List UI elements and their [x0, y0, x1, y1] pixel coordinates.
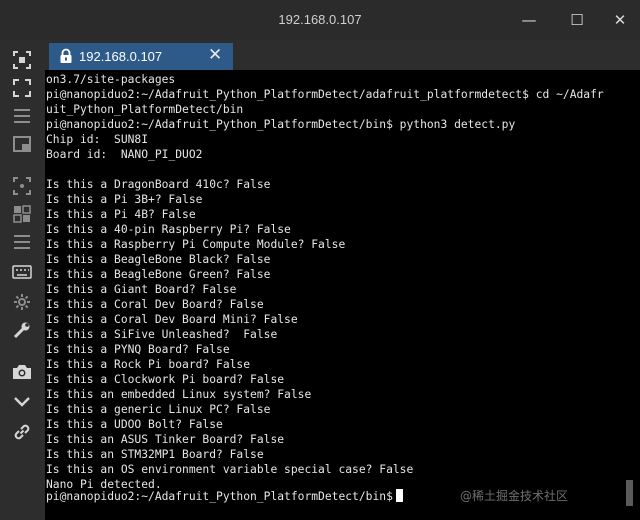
- terminal-line: Is this a BeagleBone Black? False: [46, 253, 271, 266]
- terminal-line: uit_Python_PlatformDetect/bin: [46, 103, 244, 116]
- minimize-button[interactable]: —: [509, 6, 549, 34]
- terminal-line: pi@nanopiduo2:~/Adafruit_Python_Platform…: [46, 118, 516, 131]
- terminal-line: Is this an ASUS Tinker Board? False: [46, 433, 285, 446]
- camera-icon[interactable]: [12, 362, 32, 382]
- screenshot-icon[interactable]: [12, 50, 32, 70]
- terminal-line: Is this an OS environment variable speci…: [46, 463, 414, 476]
- tab-bar: 192.168.0.107 ✕: [45, 40, 640, 70]
- select-icon[interactable]: [12, 176, 32, 196]
- terminal-lines: on3.7/site-packages pi@nanopiduo2:~/Adaf…: [46, 72, 604, 492]
- title-bar: 192.168.0.107 — ☐ ✕: [0, 0, 640, 40]
- menu-icon[interactable]: [12, 106, 32, 126]
- terminal-line: Is this a Coral Dev Board Mini? False: [46, 313, 298, 326]
- terminal-line: Is this a Giant Board? False: [46, 283, 237, 296]
- terminal-line: Is this a Clockwork Pi board? False: [46, 373, 285, 386]
- terminal-line: Is this a 40-pin Raspberry Pi? False: [46, 223, 291, 236]
- lock-icon: [60, 48, 72, 63]
- terminal-line: Is this a DragonBoard 410c? False: [46, 178, 271, 191]
- terminal-output[interactable]: on3.7/site-packages pi@nanopiduo2:~/Adaf…: [45, 70, 640, 520]
- terminal-line: Is this a Coral Dev Board? False: [46, 298, 264, 311]
- terminal-line: Is this a PYNQ Board? False: [46, 343, 230, 356]
- tab-label: 192.168.0.107: [79, 49, 163, 64]
- link-icon[interactable]: [12, 422, 32, 442]
- terminal-line: Is this a Rock Pi board? False: [46, 358, 251, 371]
- chevron-down-icon[interactable]: [12, 392, 32, 412]
- maximize-button[interactable]: ☐: [557, 6, 597, 34]
- keyboard-icon[interactable]: [12, 262, 32, 282]
- terminal-line: Chip id: SUN8I: [46, 133, 149, 146]
- sidebar: [0, 40, 45, 520]
- tab-session[interactable]: 192.168.0.107 ✕: [49, 43, 233, 70]
- terminal-line: Is this a UDOO Bolt? False: [46, 418, 223, 431]
- terminal-line: Is this a Raspberry Pi Compute Module? F…: [46, 238, 346, 251]
- terminal-line: Is this a BeagleBone Green? False: [46, 268, 271, 281]
- list-icon[interactable]: [12, 232, 32, 252]
- terminal-line: Is this a SiFive Unleashed? False: [46, 328, 278, 341]
- fullscreen-icon[interactable]: [12, 78, 32, 98]
- terminal-line: Is this an STM32MP1 Board? False: [46, 448, 264, 461]
- text-cursor: [395, 489, 403, 502]
- terminal-line: Is this a generic Linux PC? False: [46, 403, 271, 416]
- terminal-line: Is this a Pi 3B+? False: [46, 193, 203, 206]
- terminal-line: Board id: NANO_PI_DUO2: [46, 148, 203, 161]
- close-button[interactable]: ✕: [600, 6, 640, 34]
- terminal-prompt: pi@nanopiduo2:~/Adafruit_Python_Platform…: [46, 489, 403, 504]
- wrench-icon[interactable]: [12, 320, 32, 340]
- scrollbar[interactable]: [626, 480, 633, 506]
- tab-close-icon[interactable]: ✕: [208, 45, 222, 65]
- split-view-icon[interactable]: [12, 134, 32, 154]
- prompt-text: pi@nanopiduo2:~/Adafruit_Python_Platform…: [46, 490, 393, 503]
- settings-icon[interactable]: [12, 292, 32, 312]
- terminal-line: on3.7/site-packages: [46, 73, 176, 86]
- terminal-line: Is this an embedded Linux system? False: [46, 388, 312, 401]
- terminal-line: Is this a Pi 4B? False: [46, 208, 196, 221]
- watermark: @稀土掘金技术社区: [460, 489, 569, 503]
- terminal-line: pi@nanopiduo2:~/Adafruit_Python_Platform…: [46, 88, 604, 101]
- grid-icon[interactable]: [12, 204, 32, 224]
